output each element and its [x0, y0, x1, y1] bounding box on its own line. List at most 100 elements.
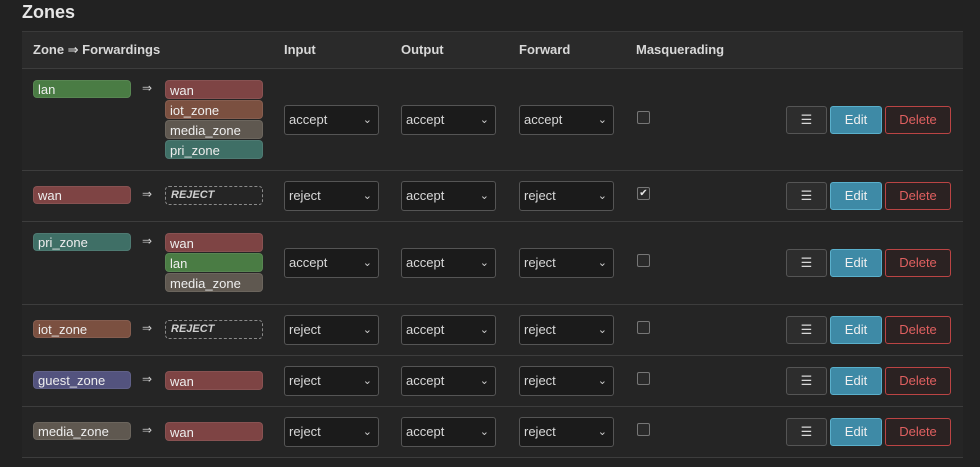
chevron-down-icon: ⌄: [479, 113, 489, 126]
input-policy-select[interactable]: reject ⌄: [284, 181, 379, 211]
output-policy-value: accept: [406, 188, 445, 203]
forward-badge-iot_zone: iot_zone: [165, 100, 263, 119]
input-policy-value: accept: [289, 111, 328, 127]
edit-button[interactable]: Edit: [830, 418, 882, 446]
forward-policy-select[interactable]: accept ⌄: [519, 104, 614, 135]
output-policy-select[interactable]: accept ⌄: [401, 366, 496, 396]
forward-policy-select[interactable]: reject ⌄: [519, 417, 614, 447]
forward-badge-wan: wan: [165, 371, 263, 390]
forwardings-list: REJECT: [165, 320, 263, 339]
delete-button[interactable]: Delete: [885, 316, 951, 344]
chevron-down-icon: ⌄: [479, 426, 489, 438]
forward-policy-value: reject: [524, 255, 556, 270]
chevron-down-icon: ⌄: [479, 375, 489, 387]
chevron-down-icon: ⌄: [362, 375, 372, 387]
output-policy-value: accept: [406, 111, 445, 127]
output-policy-select[interactable]: accept ⌄: [401, 104, 496, 135]
input-policy-value: reject: [289, 188, 321, 203]
forward-arrow-icon: ⇒: [142, 423, 153, 437]
zone-badge-lan: lan: [33, 80, 131, 98]
chevron-down-icon: ⌄: [597, 324, 607, 336]
forward-policy-select[interactable]: reject ⌄: [519, 315, 614, 345]
chevron-down-icon: ⌄: [479, 324, 489, 336]
header-masquerading: Masquerading: [636, 42, 725, 57]
row-menu-button[interactable]: ☰: [786, 249, 827, 277]
forward-reject-label: REJECT: [165, 186, 263, 205]
chevron-down-icon: ⌄: [479, 257, 489, 269]
masquerading-checkbox[interactable]: ✔: [637, 187, 650, 200]
edit-button[interactable]: Edit: [830, 316, 882, 344]
forward-badge-wan: wan: [165, 422, 263, 441]
delete-button[interactable]: Delete: [885, 105, 951, 134]
row-menu-button[interactable]: ☰: [786, 418, 827, 446]
input-policy-select[interactable]: reject ⌄: [284, 417, 379, 447]
input-policy-select[interactable]: accept ⌄: [284, 248, 379, 278]
edit-button[interactable]: Edit: [830, 182, 882, 210]
output-policy-value: accept: [406, 424, 445, 439]
output-policy-select[interactable]: accept ⌄: [401, 417, 496, 447]
forward-badge-pri_zone: pri_zone: [165, 140, 263, 159]
masquerading-checkbox[interactable]: [637, 110, 650, 124]
output-policy-select[interactable]: accept ⌄: [401, 181, 496, 211]
page-title: Zones: [22, 2, 76, 22]
forward-policy-select[interactable]: reject ⌄: [519, 366, 614, 396]
table-row: iot_zone ⇒ REJECT reject ⌄ accept ⌄ reject ⌄ ☰ Edi…: [22, 305, 963, 356]
forward-policy-value: accept: [524, 111, 563, 127]
input-policy-select[interactable]: reject ⌄: [284, 366, 379, 396]
output-policy-select[interactable]: accept ⌄: [401, 315, 496, 345]
chevron-down-icon: ⌄: [362, 257, 372, 269]
row-menu-button[interactable]: ☰: [786, 105, 827, 134]
output-policy-select[interactable]: accept ⌄: [401, 248, 496, 278]
forward-policy-value: reject: [524, 373, 556, 388]
masquerading-checkbox[interactable]: [637, 372, 650, 385]
input-policy-select[interactable]: accept ⌄: [284, 104, 379, 135]
forward-badge-wan: wan: [165, 233, 263, 252]
zone-badge-media_zone: media_zone: [33, 422, 131, 440]
edit-button[interactable]: Edit: [830, 105, 882, 134]
input-policy-value: reject: [289, 424, 321, 439]
table-row: media_zone ⇒ wan reject ⌄ accept ⌄ reject ⌄ ☰ Edit…: [22, 407, 963, 458]
forward-badge-media_zone: media_zone: [165, 273, 263, 292]
zone-badge-pri_zone: pri_zone: [33, 233, 131, 251]
masquerading-checkbox[interactable]: [637, 321, 650, 334]
chevron-down-icon: ⌄: [597, 375, 607, 387]
output-policy-value: accept: [406, 322, 445, 337]
zone-badge-guest_zone: guest_zone: [33, 371, 131, 389]
forwardings-list: REJECT: [165, 186, 263, 205]
input-policy-value: reject: [289, 373, 321, 388]
header-forward: Forward: [519, 42, 571, 57]
table-header: Zone ⇒ Forwardings Input Output Forward …: [22, 32, 963, 69]
delete-button[interactable]: Delete: [885, 249, 951, 277]
zones-table: Zone ⇒ Forwardings Input Output Forward …: [22, 31, 963, 458]
table-row: lan ⇒ wan iot_zone media_zone pri_zone accept ⌄…: [22, 69, 963, 171]
table-row: pri_zone ⇒ wan lan media_zone accept ⌄ accept ⌄ r…: [22, 222, 963, 305]
forward-arrow-icon: ⇒: [142, 321, 153, 335]
delete-button[interactable]: Delete: [885, 367, 951, 395]
table-body: lan ⇒ wan iot_zone media_zone pri_zone accept ⌄…: [22, 69, 963, 458]
forward-policy-select[interactable]: reject ⌄: [519, 181, 614, 211]
forwardings-list: wan: [165, 371, 263, 391]
chevron-down-icon: ⌄: [362, 426, 372, 438]
forward-policy-select[interactable]: reject ⌄: [519, 248, 614, 278]
chevron-down-icon: ⌄: [597, 257, 607, 269]
row-menu-button[interactable]: ☰: [786, 316, 827, 344]
edit-button[interactable]: Edit: [830, 367, 882, 395]
table-row: guest_zone ⇒ wan reject ⌄ accept ⌄ reject ⌄ ☰ Edit…: [22, 356, 963, 407]
forward-badge-lan: lan: [165, 253, 263, 272]
input-policy-select[interactable]: reject ⌄: [284, 315, 379, 345]
chevron-down-icon: ⌄: [362, 190, 372, 202]
masquerading-checkbox[interactable]: [637, 254, 650, 267]
row-menu-button[interactable]: ☰: [786, 367, 827, 395]
forward-arrow-icon: ⇒: [142, 81, 153, 95]
forward-arrow-icon: ⇒: [142, 187, 153, 201]
input-policy-value: accept: [289, 255, 328, 270]
row-menu-button[interactable]: ☰: [786, 182, 827, 210]
forwardings-list: wan iot_zone media_zone pri_zone: [165, 80, 263, 160]
forward-policy-value: reject: [524, 322, 556, 337]
delete-button[interactable]: Delete: [885, 182, 951, 210]
chevron-down-icon: ⌄: [479, 190, 489, 202]
masquerading-checkbox[interactable]: [637, 423, 650, 436]
edit-button[interactable]: Edit: [830, 249, 882, 277]
forward-reject-label: REJECT: [165, 320, 263, 339]
delete-button[interactable]: Delete: [885, 418, 951, 446]
